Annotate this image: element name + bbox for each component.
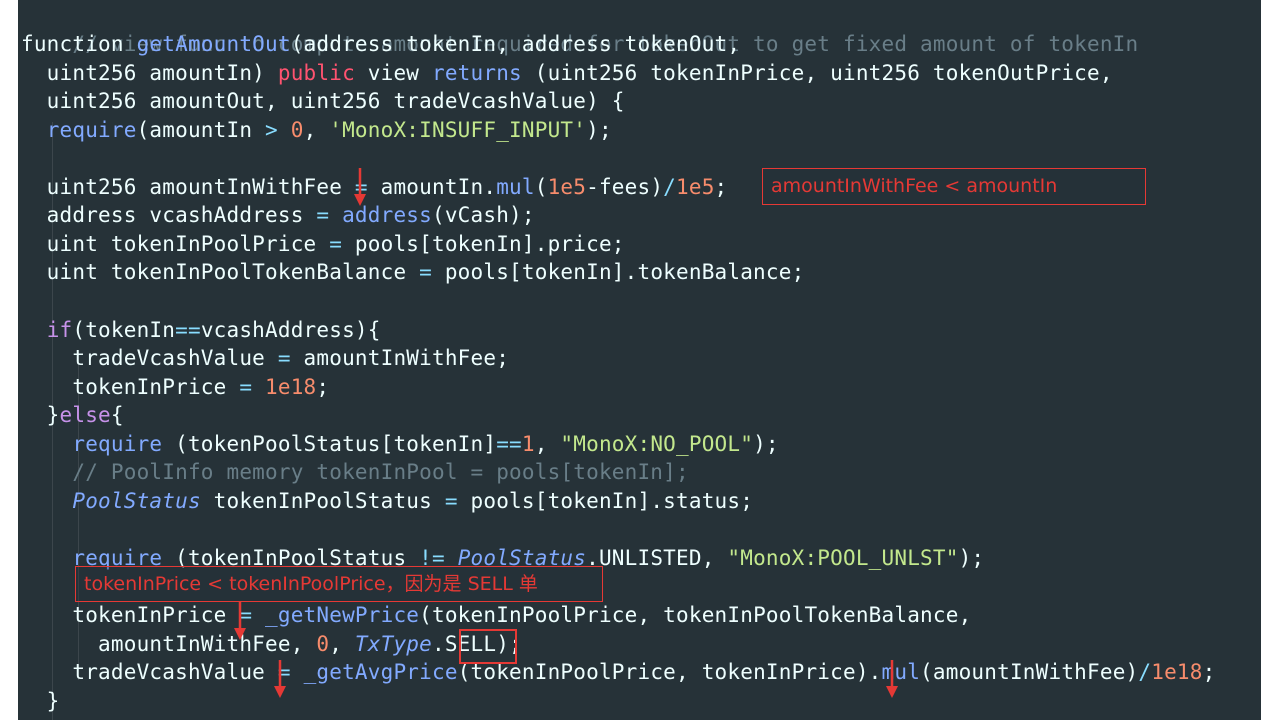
fee-annotation-text: amountInWithFee < amountIn: [771, 175, 1058, 197]
code-line-17: // PoolInfo memory tokenInPool = pools[t…: [21, 460, 689, 484]
code-line-22: tokenInPrice = _getNewPrice(tokenInPoolP…: [21, 603, 972, 627]
code-line-5: require(amountIn > 0, 'MonoX:INSUFF_INPU…: [46, 118, 612, 142]
code-line-15: }else{: [21, 403, 124, 427]
arrow-down-icon: [886, 660, 898, 698]
code-line-23: amountInWithFee, 0, TxType.SELL);: [21, 632, 522, 656]
code-line-3: uint256 amountIn) public view returns (u…: [21, 61, 1113, 85]
sell-highlight-box: [459, 629, 517, 664]
code-line-16: require (tokenPoolStatus[tokenIn]==1, "M…: [72, 432, 779, 456]
arrow-down-icon: [274, 660, 286, 698]
code-line-14: tokenInPrice = 1e18;: [21, 375, 330, 399]
code-line-1: // view func to compute amount required …: [72, 32, 1139, 56]
code-line-25: }: [21, 689, 60, 713]
price-annotation-text: tokenInPrice < tokenInPoolPrice，因为是 SELL…: [84, 573, 538, 595]
arrow-down-icon: [234, 602, 246, 640]
arrow-down-icon: [354, 168, 366, 206]
code-line-8: address vcashAddress = address(vCash);: [21, 203, 535, 227]
code-line-7: uint256 amountInWithFee = amountIn.mul(1…: [21, 175, 728, 199]
code-line-13: tradeVcashValue = amountInWithFee;: [21, 346, 510, 370]
code-line-24: tradeVcashValue = _getAvgPrice(tokenInPo…: [21, 660, 1216, 684]
code-line-18: PoolStatus tokenInPoolStatus = pools[tok…: [72, 489, 754, 513]
code-editor[interactable]: // view func to compute amount required …: [18, 0, 1261, 720]
code-line-10: uint tokenInPoolTokenBalance = pools[tok…: [21, 260, 805, 284]
price-annotation-box: tokenInPrice < tokenInPoolPrice，因为是 SELL…: [75, 566, 603, 602]
code-line-9: uint tokenInPoolPrice = pools[tokenIn].p…: [21, 232, 625, 256]
code-line-4: uint256 amountOut, uint256 tradeVcashVal…: [21, 89, 625, 113]
code-line-2: function getAmountOut(address tokenIn, a…: [21, 32, 741, 56]
fee-annotation-box: amountInWithFee < amountIn: [762, 168, 1146, 205]
code-line-12: if(tokenIn==vcashAddress){: [46, 318, 381, 342]
